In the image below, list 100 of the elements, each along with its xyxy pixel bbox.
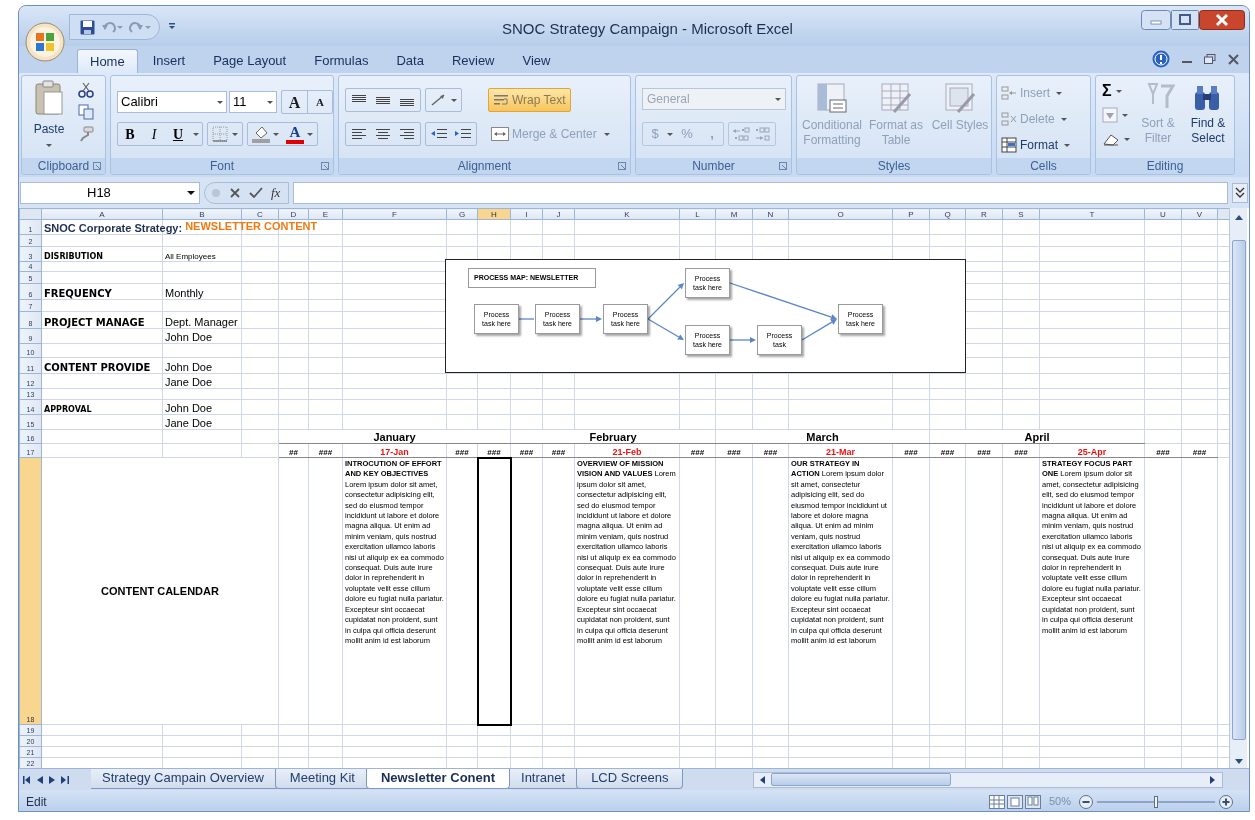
minimize-icon[interactable] bbox=[1141, 10, 1171, 30]
zoom-slider[interactable] bbox=[1097, 795, 1215, 808]
insert-function-button[interactable]: fx bbox=[271, 182, 283, 203]
align-right-icon[interactable] bbox=[398, 126, 416, 142]
caret-icon[interactable] bbox=[46, 144, 52, 147]
zoom-in-icon[interactable] bbox=[1219, 794, 1233, 809]
ribbon-tab[interactable]: Formulas bbox=[301, 49, 382, 73]
column-header[interactable]: A bbox=[41, 208, 163, 220]
caret-icon[interactable] bbox=[187, 190, 195, 195]
shrink-font-button[interactable]: A bbox=[307, 91, 332, 113]
sheet-tab[interactable]: Newsletter Conent bbox=[365, 768, 511, 789]
ribbon-tab[interactable]: Page Layout bbox=[200, 49, 300, 73]
column-header[interactable]: C bbox=[241, 208, 279, 220]
font-size-field[interactable]: 11 bbox=[229, 91, 277, 113]
scissors-icon[interactable] bbox=[78, 82, 94, 98]
next-sheet-icon[interactable] bbox=[49, 775, 55, 784]
column-header[interactable]: F bbox=[342, 208, 447, 220]
column-header[interactable]: P bbox=[892, 208, 930, 220]
ribbon-tab[interactable]: Review bbox=[438, 49, 508, 73]
caret-icon[interactable] bbox=[667, 132, 673, 136]
caret-icon[interactable] bbox=[1064, 143, 1070, 147]
column-header[interactable]: V bbox=[1181, 208, 1218, 220]
caret-icon[interactable] bbox=[193, 132, 199, 136]
ribbon-tab[interactable]: Home bbox=[77, 49, 138, 73]
clipboard-icon[interactable] bbox=[34, 80, 64, 116]
fill-color-icon[interactable] bbox=[252, 125, 270, 143]
copy-icon[interactable] bbox=[78, 104, 94, 120]
column-header[interactable]: J bbox=[542, 208, 575, 220]
font-name-field[interactable]: Calibri bbox=[117, 91, 227, 113]
column-header[interactable]: Q bbox=[929, 208, 966, 220]
save-icon[interactable] bbox=[80, 19, 95, 35]
column-header[interactable]: L bbox=[679, 208, 716, 220]
last-sheet-icon[interactable] bbox=[61, 775, 69, 784]
enter-icon[interactable] bbox=[249, 186, 263, 199]
handle-icon[interactable] bbox=[211, 187, 221, 198]
horizontal-scrollbar[interactable] bbox=[753, 771, 1223, 788]
slider-thumb[interactable] bbox=[1154, 795, 1158, 808]
column-header[interactable]: D bbox=[278, 208, 309, 220]
vertical-scrollbar[interactable] bbox=[1229, 208, 1247, 768]
italic-button[interactable]: I bbox=[142, 123, 166, 145]
column-header[interactable]: N bbox=[752, 208, 789, 220]
format-painter-icon[interactable] bbox=[78, 126, 94, 142]
expand-icon[interactable] bbox=[1232, 182, 1248, 203]
column-header[interactable]: K bbox=[574, 208, 680, 220]
column-header[interactable]: S bbox=[1002, 208, 1040, 220]
cancel-icon[interactable] bbox=[229, 186, 241, 199]
scroll-thumb[interactable] bbox=[771, 773, 951, 786]
column-header[interactable]: O bbox=[788, 208, 893, 220]
caret-icon[interactable] bbox=[307, 132, 313, 136]
arrow-up-icon[interactable] bbox=[1234, 214, 1243, 220]
wrap-text-icon[interactable] bbox=[493, 93, 509, 107]
cells-button[interactable]: Format bbox=[1001, 134, 1070, 156]
restore-icon[interactable] bbox=[1204, 54, 1216, 64]
align-center-icon[interactable] bbox=[374, 126, 392, 142]
column-header[interactable]: R bbox=[965, 208, 1003, 220]
first-sheet-icon[interactable] bbox=[23, 775, 31, 784]
ribbon-tab[interactable]: View bbox=[509, 49, 564, 73]
name-box[interactable]: H18 bbox=[20, 181, 200, 204]
caret-icon[interactable] bbox=[1122, 113, 1128, 117]
selected-cell[interactable] bbox=[477, 457, 511, 725]
underline-button[interactable]: U bbox=[166, 123, 190, 145]
page-break-view-icon[interactable] bbox=[1024, 794, 1041, 809]
normal-view-icon[interactable] bbox=[988, 794, 1005, 809]
ribbon-tab[interactable]: Data bbox=[383, 49, 437, 73]
column-header[interactable]: T bbox=[1039, 208, 1145, 220]
paste-button[interactable]: Paste bbox=[28, 80, 70, 152]
grow-font-button[interactable]: A bbox=[282, 91, 307, 113]
caret-icon[interactable] bbox=[273, 132, 279, 136]
sheet-tab[interactable]: LCD Screens bbox=[576, 768, 684, 789]
previous-sheet-icon[interactable] bbox=[37, 775, 43, 784]
bold-button[interactable]: B bbox=[118, 123, 142, 145]
caret-icon[interactable] bbox=[267, 100, 273, 104]
align-left-icon[interactable] bbox=[350, 126, 368, 142]
scroll-thumb[interactable] bbox=[1231, 240, 1246, 740]
maximize-icon[interactable] bbox=[1171, 10, 1199, 30]
font-color-button[interactable]: A bbox=[289, 124, 301, 140]
column-header[interactable]: I bbox=[510, 208, 543, 220]
help-icon[interactable] bbox=[1152, 50, 1170, 68]
caret-icon[interactable] bbox=[1115, 89, 1122, 93]
column-header[interactable]: E bbox=[308, 208, 343, 220]
column-header[interactable]: M bbox=[715, 208, 753, 220]
formula-field[interactable] bbox=[293, 181, 1228, 204]
editing-button[interactable]: Find & Select bbox=[1184, 82, 1232, 156]
column-header[interactable]: G bbox=[446, 208, 478, 220]
borders-icon[interactable] bbox=[212, 126, 228, 142]
column-header[interactable]: B bbox=[162, 208, 242, 220]
caret-icon[interactable] bbox=[451, 98, 457, 102]
ribbon-tab[interactable]: Insert bbox=[139, 49, 199, 73]
caret-icon[interactable] bbox=[232, 132, 238, 136]
page-layout-view-icon[interactable] bbox=[1006, 794, 1023, 809]
customize-toolbar-icon[interactable] bbox=[168, 22, 176, 30]
column-header[interactable]: H bbox=[477, 208, 511, 220]
format-cells-icon[interactable] bbox=[1001, 137, 1017, 153]
arrow-down-icon[interactable] bbox=[1234, 759, 1243, 764]
close-icon[interactable] bbox=[1199, 10, 1245, 30]
column-header[interactable]: U bbox=[1144, 208, 1182, 220]
autosum-button[interactable]: Σ bbox=[1102, 79, 1112, 103]
caret-icon[interactable] bbox=[1124, 137, 1130, 141]
eraser-icon[interactable] bbox=[1102, 132, 1120, 146]
office-logo-icon[interactable] bbox=[25, 22, 65, 62]
